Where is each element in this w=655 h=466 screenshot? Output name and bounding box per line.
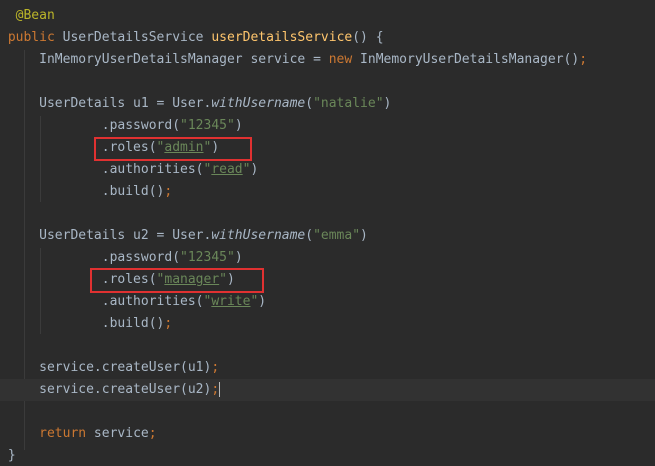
- password-call: .password(: [101, 250, 181, 265]
- code-line-user2-password: .password("12345"): [0, 247, 655, 269]
- return-expr: service: [86, 426, 149, 441]
- paren-close: ): [250, 162, 259, 177]
- paren-open: (: [305, 228, 314, 243]
- build-call: .build(): [101, 316, 165, 331]
- code-line-user1-password: .password("12345"): [0, 115, 655, 137]
- code-line-method-signature: public UserDetailsService userDetailsSer…: [0, 27, 655, 49]
- semicolon: ;: [579, 52, 588, 67]
- method-name: userDetailsService: [211, 30, 353, 45]
- semicolon: ;: [148, 426, 157, 441]
- code-line-user1-build: .build();: [0, 181, 655, 203]
- password-call: .password(: [101, 118, 181, 133]
- text-caret: [219, 382, 221, 397]
- code-editor[interactable]: @Bean public UserDetailsService userDeta…: [0, 0, 655, 466]
- keyword-new: new: [328, 52, 353, 67]
- user1-decl: UserDetails u1 = User.: [39, 96, 212, 111]
- semicolon: ;: [211, 360, 220, 375]
- authority-string: write: [211, 294, 251, 309]
- roles-call: .roles(: [101, 272, 157, 287]
- password-string: "12345": [180, 250, 235, 265]
- username-string: "natalie": [313, 96, 384, 111]
- code-line-user2-decl: UserDetails u2 = User.withUsername("emma…: [0, 225, 655, 247]
- create-user-call: service.createUser(u1): [39, 360, 212, 375]
- authorities-call: .authorities(: [101, 294, 204, 309]
- code-line-user2-build: .build();: [0, 313, 655, 335]
- manager-decl: InMemoryUserDetailsManager service =: [39, 52, 329, 67]
- authorities-call: .authorities(: [101, 162, 204, 177]
- semicolon: ;: [164, 184, 173, 199]
- code-line-user2-authorities: .authorities("write"): [0, 291, 655, 313]
- code-line-return: return service;: [0, 423, 655, 445]
- code-line-create-u1: service.createUser(u1);: [0, 357, 655, 379]
- role-string: manager: [164, 272, 220, 287]
- code-line-user2-roles: .roles("manager"): [0, 269, 655, 291]
- code-line-manager-decl: InMemoryUserDetailsManager service = new…: [0, 49, 655, 71]
- semicolon: ;: [164, 316, 173, 331]
- return-type: UserDetailsService: [62, 30, 204, 45]
- paren-close: ): [258, 294, 267, 309]
- code-line-create-u2: service.createUser(u2);: [0, 379, 655, 401]
- user2-decl: UserDetails u2 = User.: [39, 228, 212, 243]
- create-user-call: service.createUser(u2): [39, 382, 212, 397]
- authority-string: read: [211, 162, 243, 177]
- code-line-closing-brace: }: [0, 445, 655, 466]
- role-string: admin: [164, 140, 204, 155]
- semicolon: ;: [211, 382, 220, 397]
- code-line-user1-decl: UserDetails u1 = User.withUsername("nata…: [0, 93, 655, 115]
- code-line-user1-roles: .roles("admin"): [0, 137, 655, 159]
- paren-close: ): [234, 118, 243, 133]
- password-string: "12345": [180, 118, 235, 133]
- paren-close: ): [360, 228, 368, 243]
- quote: ": [219, 272, 227, 287]
- method-tail: () {: [352, 30, 384, 45]
- annotation-token: @Bean: [15, 8, 55, 23]
- with-username-call: withUsername: [211, 96, 306, 111]
- with-username-call: withUsername: [211, 228, 306, 243]
- paren-close: ): [383, 96, 392, 111]
- code-line-user1-authorities: .authorities("read"): [0, 159, 655, 181]
- paren-close: ): [227, 272, 235, 287]
- paren-open: (: [305, 96, 314, 111]
- manager-ctor: InMemoryUserDetailsManager(): [352, 52, 580, 67]
- code-line-annotation: @Bean: [0, 5, 655, 27]
- username-string: "emma": [313, 228, 361, 243]
- closing-brace: }: [7, 448, 16, 463]
- roles-call: .roles(: [101, 140, 157, 155]
- paren-close: ): [211, 140, 220, 155]
- keyword-return: return: [39, 426, 87, 441]
- paren-close: ): [234, 250, 243, 265]
- keyword-public: public: [7, 30, 55, 45]
- build-call: .build(): [101, 184, 165, 199]
